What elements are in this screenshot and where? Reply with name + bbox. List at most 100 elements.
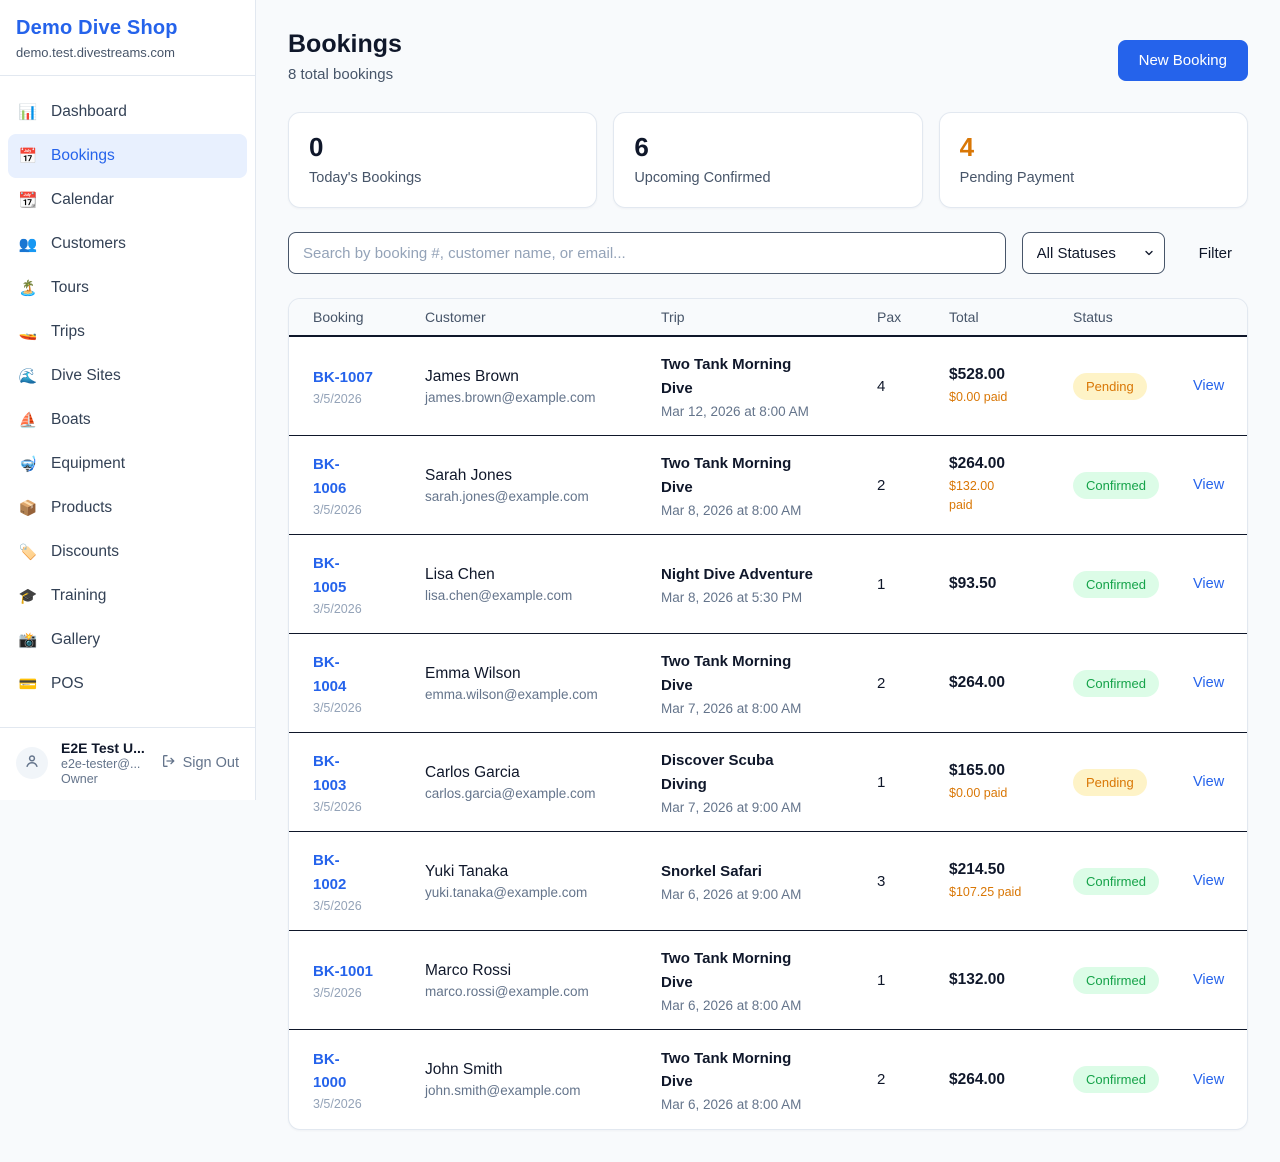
trip-datetime: Mar 6, 2026 at 9:00 AM bbox=[661, 887, 877, 902]
sidebar-item-discounts[interactable]: 🏷️Discounts bbox=[8, 530, 247, 574]
user-icon bbox=[23, 752, 41, 775]
customer-cell: Marco Rossimarco.rossi@example.com bbox=[425, 962, 661, 999]
sidebar-item-calendar[interactable]: 📆Calendar bbox=[8, 178, 247, 222]
booking-number-link[interactable]: BK- 1003 bbox=[313, 750, 425, 797]
sidebar-item-trips[interactable]: 🚤 Trips bbox=[8, 310, 247, 354]
booking-date: 3/5/2026 bbox=[313, 1097, 425, 1111]
booking-cell: BK- 10063/5/2026 bbox=[313, 453, 425, 517]
booking-date: 3/5/2026 bbox=[313, 701, 425, 715]
booking-number-link[interactable]: BK- 1002 bbox=[313, 849, 425, 896]
booking-date: 3/5/2026 bbox=[313, 800, 425, 814]
status-select[interactable]: All Statuses bbox=[1022, 232, 1165, 274]
view-link[interactable]: View bbox=[1193, 774, 1224, 790]
trips-icon: 🚤 bbox=[18, 325, 38, 340]
pax-count: 2 bbox=[877, 675, 949, 692]
total-cell: $264.00$132.00 paid bbox=[949, 455, 1073, 515]
table-row: BK- 10053/5/2026Lisa Chenlisa.chen@examp… bbox=[289, 535, 1247, 634]
page-subtitle: 8 total bookings bbox=[288, 66, 402, 83]
trip-cell: Two Tank Morning DiveMar 12, 2026 at 8:0… bbox=[661, 353, 877, 419]
trip-datetime: Mar 7, 2026 at 9:00 AM bbox=[661, 800, 877, 815]
booking-cell: BK- 1000 3/5/2026 bbox=[313, 1048, 425, 1112]
view-link[interactable]: View bbox=[1193, 675, 1224, 691]
trip-datetime: Mar 8, 2026 at 8:00 AM bbox=[661, 503, 877, 518]
status-badge: Confirmed bbox=[1073, 670, 1159, 697]
booking-number-link[interactable]: BK-1001 bbox=[313, 960, 425, 983]
new-booking-button[interactable]: New Booking bbox=[1118, 40, 1248, 81]
search-input[interactable] bbox=[288, 232, 1006, 274]
sidebar-item-bookings[interactable]: 📅Bookings bbox=[8, 134, 247, 178]
sidebar-item-customers[interactable]: 👥Customers bbox=[8, 222, 247, 266]
view-link[interactable]: View bbox=[1193, 576, 1224, 592]
stat-card-today-s-bookings: 0Today's Bookings bbox=[288, 112, 597, 208]
stat-label: Today's Bookings bbox=[309, 170, 576, 186]
sidebar-item-boats[interactable]: ⛵Boats bbox=[8, 398, 247, 442]
sidebar-item-dashboard[interactable]: 📊Dashboard bbox=[8, 90, 247, 134]
sidebar-item-label: POS bbox=[51, 675, 84, 693]
view-link[interactable]: View bbox=[1193, 873, 1224, 889]
trip-name: Two Tank Morning Dive bbox=[661, 1047, 877, 1094]
training-icon: 🎓 bbox=[18, 589, 38, 604]
pos-icon: 💳 bbox=[18, 677, 38, 692]
booking-date: 3/5/2026 bbox=[313, 899, 425, 913]
user-email: e2e-tester@... bbox=[61, 757, 148, 771]
sidebar-item-tours[interactable]: 🏝️Tours bbox=[8, 266, 247, 310]
sign-out-label: Sign Out bbox=[183, 755, 239, 771]
booking-number-link[interactable]: BK- 1006 bbox=[313, 453, 425, 500]
bookings-table: BookingCustomerTripPaxTotalStatus BK-100… bbox=[288, 298, 1248, 1130]
total-cell: $132.00 bbox=[949, 971, 1073, 989]
booking-number-link[interactable]: BK- 1004 bbox=[313, 651, 425, 698]
user-meta: E2E Test U... e2e-tester@... Owner bbox=[61, 740, 148, 786]
products-icon: 📦 bbox=[18, 501, 38, 516]
status-cell: Confirmed bbox=[1073, 571, 1193, 598]
table-row: BK- 10063/5/2026Sarah Jonessarah.jones@e… bbox=[289, 436, 1247, 535]
customer-name: Lisa Chen bbox=[425, 566, 661, 584]
table-row: BK- 1004 3/5/2026Emma Wilsonemma.wilson@e… bbox=[289, 634, 1247, 733]
sidebar-item-training[interactable]: 🎓 Training bbox=[8, 574, 247, 618]
view-link[interactable]: View bbox=[1193, 1072, 1224, 1088]
booking-number-link[interactable]: BK-1007 bbox=[313, 366, 425, 389]
customer-email: sarah.jones@example.com bbox=[425, 489, 661, 504]
total-amount: $264.00 bbox=[949, 1071, 1073, 1089]
brand-title[interactable]: Demo Dive Shop bbox=[16, 17, 239, 40]
sidebar-item-label: Trips bbox=[51, 323, 85, 341]
sidebar-item-products[interactable]: 📦Products bbox=[8, 486, 247, 530]
customer-cell: Emma Wilsonemma.wilson@example.com bbox=[425, 665, 661, 702]
trip-datetime: Mar 6, 2026 at 8:00 AM bbox=[661, 998, 877, 1013]
sidebar-item-label: Training bbox=[51, 587, 106, 605]
status-badge: Confirmed bbox=[1073, 1066, 1159, 1093]
sidebar-item-label: Customers bbox=[51, 235, 126, 253]
column-header-total: Total bbox=[949, 309, 1073, 325]
trip-cell: Night Dive AdventureMar 8, 2026 at 5:30 … bbox=[661, 563, 877, 605]
customer-email: james.brown@example.com bbox=[425, 390, 661, 405]
table-row: BK-10073/5/2026James Brownjames.brown@ex… bbox=[289, 337, 1247, 436]
booking-number-link[interactable]: BK- 1000 bbox=[313, 1048, 425, 1095]
sidebar-user-footer: E2E Test U... e2e-tester@... Owner Sign … bbox=[0, 727, 255, 800]
trip-cell: Two Tank Morning Dive Mar 6, 2026 at 8:00… bbox=[661, 1047, 877, 1113]
trip-datetime: Mar 12, 2026 at 8:00 AM bbox=[661, 404, 877, 419]
customer-cell: John Smithjohn.smith@example.com bbox=[425, 1061, 661, 1098]
paid-amount: $107.25 paid bbox=[949, 883, 1073, 902]
dashboard-icon: 📊 bbox=[18, 105, 38, 120]
sidebar-item-pos[interactable]: 💳 POS bbox=[8, 662, 247, 706]
filter-button[interactable]: Filter bbox=[1183, 236, 1248, 271]
tours-icon: 🏝️ bbox=[18, 281, 38, 296]
total-cell: $93.50 bbox=[949, 575, 1073, 593]
booking-number-link[interactable]: BK- 1005 bbox=[313, 552, 425, 599]
sign-out-button[interactable]: Sign Out bbox=[161, 753, 239, 773]
page-title: Bookings bbox=[288, 30, 402, 59]
stat-label: Pending Payment bbox=[960, 170, 1227, 186]
pax-count: 3 bbox=[877, 873, 949, 890]
view-link[interactable]: View bbox=[1193, 477, 1224, 493]
view-link[interactable]: View bbox=[1193, 972, 1224, 988]
sidebar-item-dive-sites[interactable]: 🌊Dive Sites bbox=[8, 354, 247, 398]
customer-email: carlos.garcia@example.com bbox=[425, 786, 661, 801]
discounts-icon: 🏷️ bbox=[18, 545, 38, 560]
column-header-booking: Booking bbox=[313, 309, 425, 325]
total-cell: $214.50$107.25 paid bbox=[949, 861, 1073, 902]
sidebar-item-equipment[interactable]: 🤿Equipment bbox=[8, 442, 247, 486]
view-link[interactable]: View bbox=[1193, 378, 1224, 394]
sidebar-item-gallery[interactable]: 📸Gallery bbox=[8, 618, 247, 662]
trip-name: Discover Scuba Diving bbox=[661, 749, 877, 796]
booking-cell: BK- 10053/5/2026 bbox=[313, 552, 425, 616]
trip-datetime: Mar 6, 2026 at 8:00 AM bbox=[661, 1097, 877, 1112]
